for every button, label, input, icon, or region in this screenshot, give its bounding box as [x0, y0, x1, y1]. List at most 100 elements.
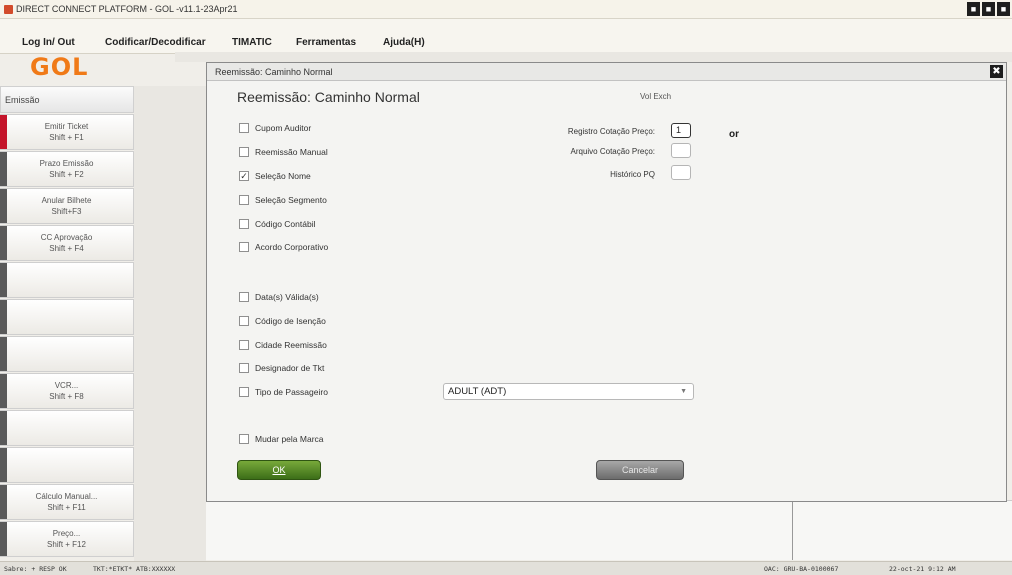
sidebar-item-cc-aprovacao[interactable]: CC Aprovação Shift + F4 [0, 225, 134, 261]
checkbox-mudar-pela-marca[interactable]: Mudar pela Marca [239, 432, 324, 446]
registro-cotacao-input[interactable]: 1 [671, 123, 691, 138]
checkbox-label: Data(s) Válida(s) [255, 292, 319, 302]
window-controls: ■ ■ ■ [967, 2, 1010, 16]
checkbox-box[interactable] [239, 434, 249, 444]
passenger-type-select[interactable]: ADULT (ADT) ▼ [443, 383, 694, 400]
sidebar-item-label: CC Aprovação [40, 233, 93, 242]
minimize-button[interactable]: ■ [967, 2, 980, 16]
menu-timatic[interactable]: TIMATIC [232, 37, 272, 48]
or-label: or [729, 129, 739, 140]
window-title: DIRECT CONNECT PLATFORM - GOL -v11.1-23A… [16, 4, 238, 14]
checkbox-cidade-reemissao[interactable]: Cidade Reemissão [239, 338, 327, 352]
dialog-title: Reemissão: Caminho Normal [215, 67, 333, 77]
registro-cotacao-label: Registro Cotação Preço: [567, 127, 655, 136]
sidebar-item-shortcut: Shift + F4 [49, 244, 84, 253]
sidebar-item-preco[interactable]: Preço... Shift + F12 [0, 521, 134, 557]
checkbox-box[interactable] [239, 387, 249, 397]
checkbox-box[interactable] [239, 363, 249, 373]
sidebar-item-empty[interactable] [0, 299, 134, 335]
checkbox-label: Cupom Auditor [255, 123, 312, 133]
status-tkt: TKT:*ETKT* ATB:XXXXXX [93, 565, 176, 573]
checkbox-box[interactable] [239, 147, 249, 157]
checkbox-label: Mudar pela Marca [255, 434, 324, 444]
checkbox-tipo-passageiro[interactable]: Tipo de Passageiro [239, 385, 328, 399]
status-datetime: 22-oct-21 9:12 AM [889, 565, 956, 573]
checkbox-label: Seleção Nome [255, 171, 311, 181]
close-window-button[interactable]: ■ [997, 2, 1010, 16]
sidebar-item-prazo-emissao[interactable]: Prazo Emissão Shift + F2 [0, 151, 134, 187]
vol-exch-label: Vol Exch [640, 92, 672, 101]
sidebar-item-shortcut: Shift + F8 [49, 392, 84, 401]
checkbox-datas-validas[interactable]: Data(s) Válida(s) [239, 290, 319, 304]
checkbox-designador-tkt[interactable]: Designador de Tkt [239, 361, 324, 375]
sidebar-item-shortcut: Shift + F2 [49, 170, 84, 179]
window-title-bar: DIRECT CONNECT PLATFORM - GOL -v11.1-23A… [0, 0, 1012, 19]
background-divider [792, 500, 793, 560]
checkbox-acordo-corporativo[interactable]: Acordo Corporativo [239, 240, 328, 254]
sidebar-item-label: VCR... [54, 381, 79, 390]
checkbox-box[interactable] [239, 219, 249, 229]
passenger-type-value: ADULT (ADT) [448, 386, 507, 397]
sidebar-item-empty[interactable] [0, 410, 134, 446]
ok-button[interactable]: OK [237, 460, 321, 480]
chevron-down-icon: ▼ [680, 388, 687, 395]
app-icon [4, 5, 13, 14]
checkbox-codigo-contabil[interactable]: Código Contábil [239, 217, 315, 231]
sidebar: Emissão Emitir Ticket Shift + F1 Prazo Em… [0, 86, 134, 561]
background-panel [175, 52, 1012, 62]
close-icon[interactable]: ✖ [990, 65, 1003, 78]
menu-bar: Log In/ Out Codificar/Decodificar TIMATI… [0, 19, 1012, 54]
checkbox-label: Código Contábil [255, 219, 316, 229]
sidebar-item-label: Emitir Ticket [44, 122, 89, 131]
menu-codificar-decodificar[interactable]: Codificar/Decodificar [105, 37, 206, 48]
historico-pq-input[interactable] [671, 165, 691, 180]
status-bar: Sabre: + RESP OK TKT:*ETKT* ATB:XXXXXX O… [0, 561, 1012, 575]
checkbox-selecao-nome[interactable]: ✓ Seleção Nome [239, 169, 311, 183]
reissue-dialog: Reemissão: Caminho Normal ✖ Reemissão: C… [206, 62, 1007, 502]
sidebar-item-label: Anular Bilhete [41, 196, 92, 205]
menu-ferramentas[interactable]: Ferramentas [296, 37, 356, 48]
checkbox-codigo-isencao[interactable]: Código de Isenção [239, 314, 326, 328]
sidebar-item-empty[interactable] [0, 262, 134, 298]
checkbox-box[interactable] [239, 292, 249, 302]
dialog-heading: Reemissão: Caminho Normal [237, 89, 420, 105]
menu-ajuda[interactable]: Ajuda(H) [383, 37, 425, 48]
historico-pq-label: Histórico PQ [610, 170, 655, 179]
checkbox-box[interactable] [239, 316, 249, 326]
sidebar-item-vcr[interactable]: VCR... Shift + F8 [0, 373, 134, 409]
sidebar-header: Emissão [0, 86, 134, 113]
checkbox-reemissao-manual[interactable]: Reemissão Manual [239, 145, 328, 159]
status-oac: OAC: GRU-BA-0100067 [764, 565, 839, 573]
checkbox-box[interactable] [239, 123, 249, 133]
checkbox-box[interactable] [239, 242, 249, 252]
arquivo-cotacao-input[interactable] [671, 143, 691, 158]
cancel-button[interactable]: Cancelar [596, 460, 684, 480]
gol-logo: GOL [30, 53, 89, 81]
sidebar-item-shortcut: Shift + F11 [47, 503, 86, 512]
arquivo-cotacao-label: Arquivo Cotação Preço: [570, 147, 656, 156]
dialog-title-bar[interactable]: Reemissão: Caminho Normal ✖ [207, 63, 1006, 81]
maximize-button[interactable]: ■ [982, 2, 995, 16]
sidebar-item-calculo-manual[interactable]: Cálculo Manual... Shift + F11 [0, 484, 134, 520]
background-work-area [206, 500, 1012, 560]
sidebar-item-anular-bilhete[interactable]: Anular Bilhete Shift+F3 [0, 188, 134, 224]
sidebar-item-label: Prazo Emissão [39, 159, 94, 168]
checkbox-cupom-auditor[interactable]: Cupom Auditor [239, 121, 311, 135]
sidebar-gutter [134, 86, 206, 561]
checkbox-box[interactable] [239, 195, 249, 205]
sidebar-item-shortcut: Shift + F12 [47, 540, 86, 549]
menu-log-in-out[interactable]: Log In/ Out [22, 37, 75, 48]
sidebar-item-label: Preço... [52, 529, 81, 538]
checkbox-label: Tipo de Passageiro [255, 387, 328, 397]
sidebar-item-empty[interactable] [0, 447, 134, 483]
checkbox-label: Cidade Reemissão [255, 340, 327, 350]
sidebar-item-emitir-ticket[interactable]: Emitir Ticket Shift + F1 [0, 114, 134, 150]
checkbox-selecao-segmento[interactable]: Seleção Segmento [239, 193, 327, 207]
status-sabre: Sabre: + RESP OK [4, 565, 67, 573]
checkbox-label: Designador de Tkt [255, 363, 325, 373]
checkbox-box[interactable] [239, 340, 249, 350]
checkbox-label: Seleção Segmento [255, 195, 327, 205]
check-icon[interactable]: ✓ [239, 171, 249, 181]
sidebar-item-shortcut: Shift+F3 [51, 207, 82, 216]
sidebar-item-empty[interactable] [0, 336, 134, 372]
